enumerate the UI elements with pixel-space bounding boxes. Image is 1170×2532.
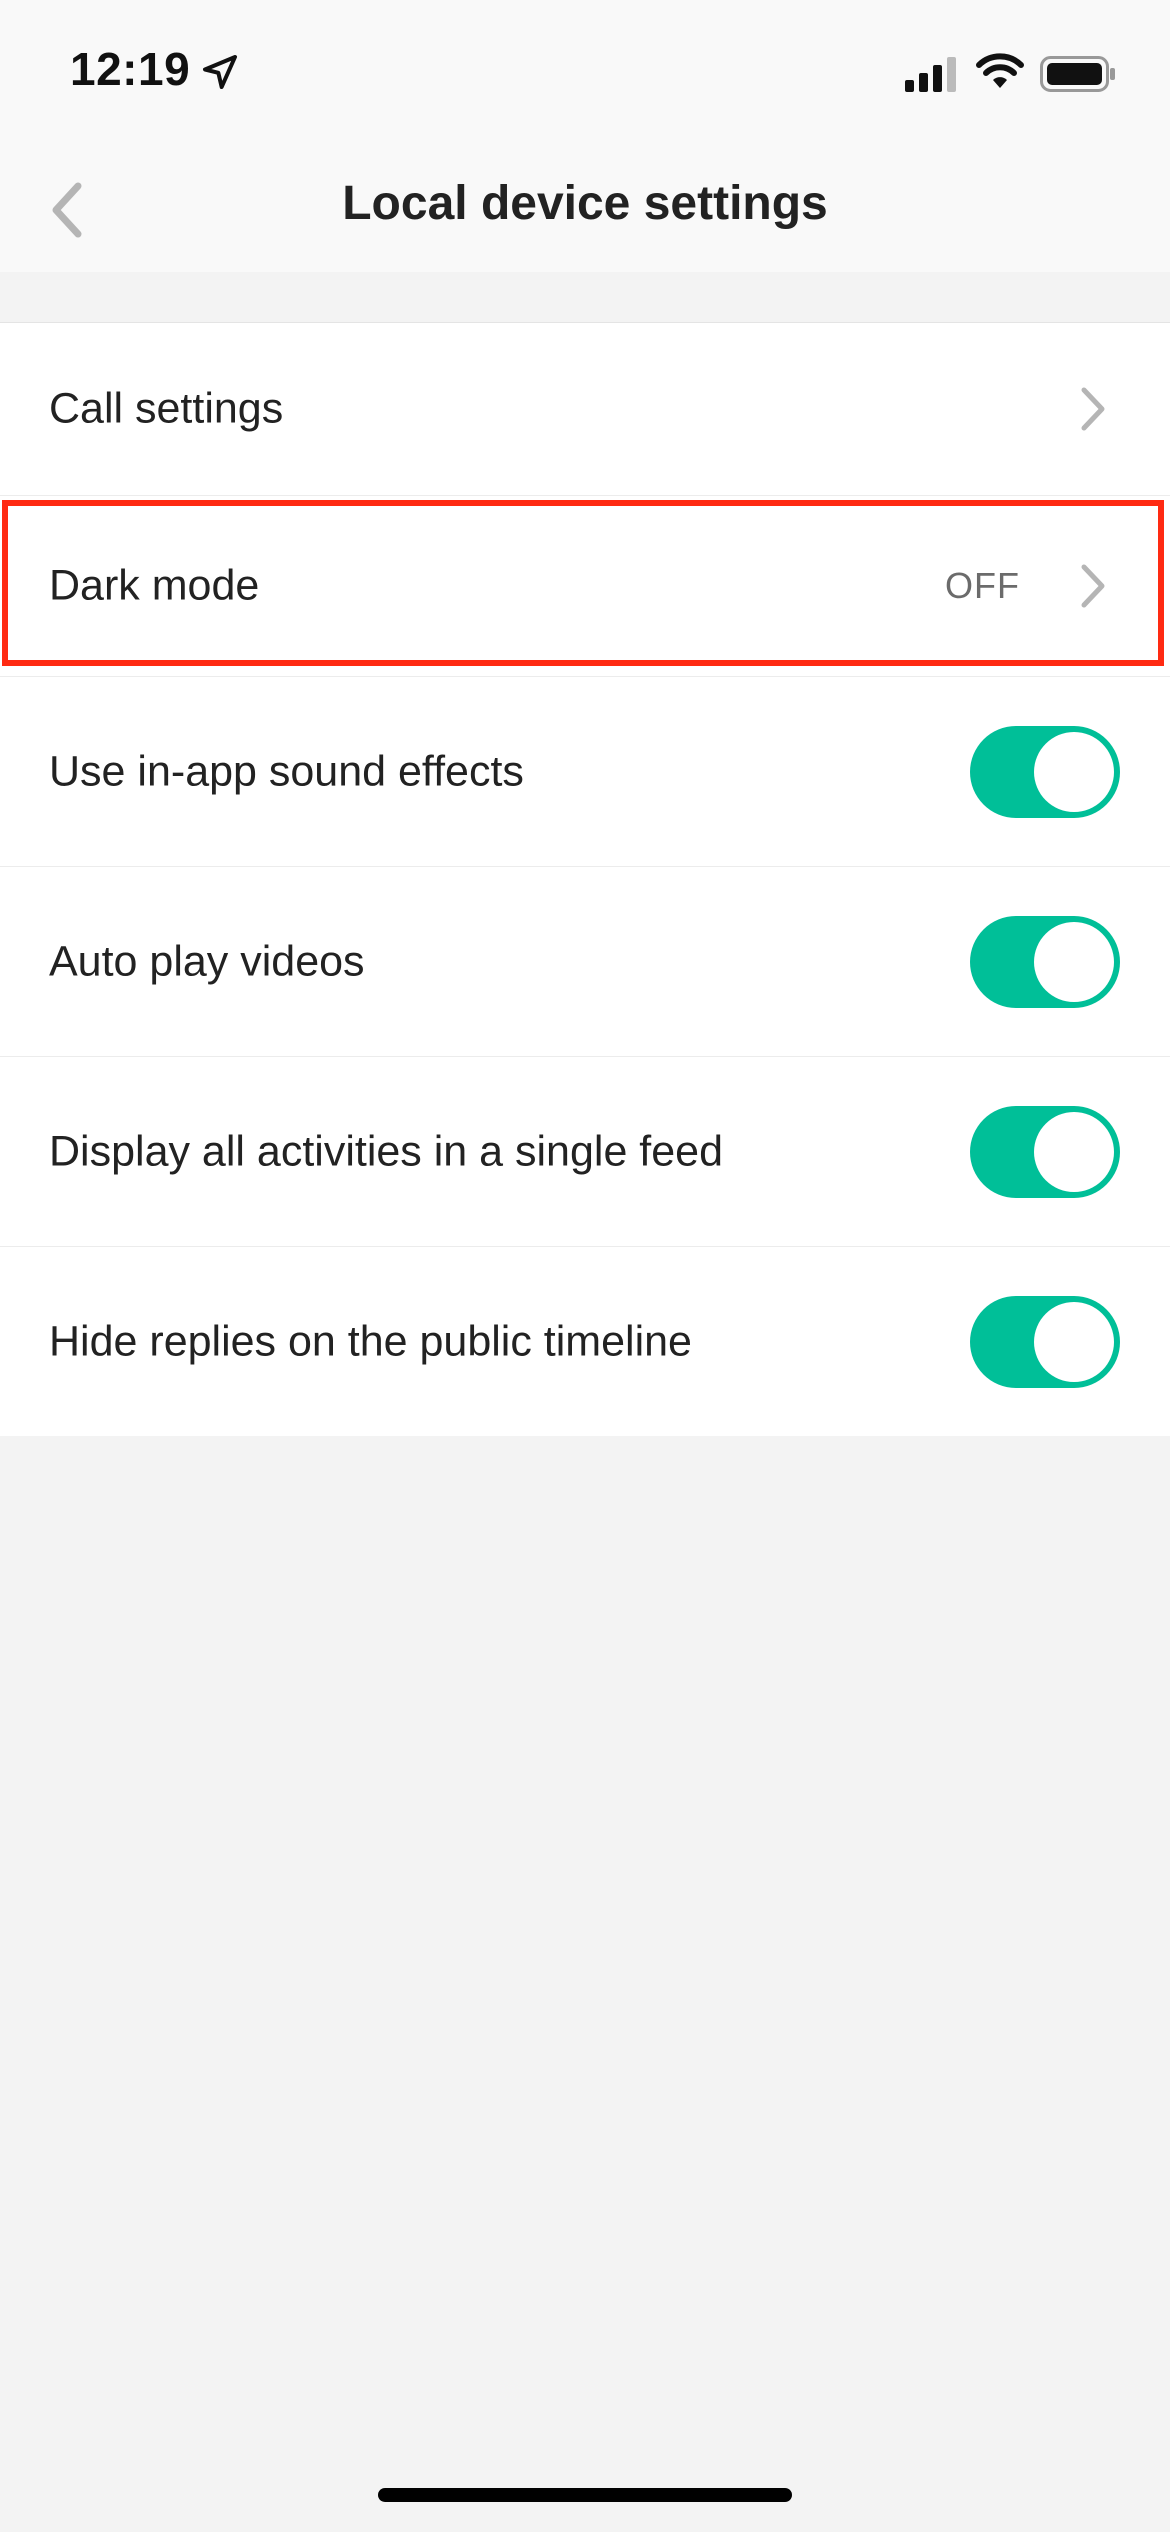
nav-bar: Local device settings	[0, 140, 1170, 272]
call-settings-label: Call settings	[49, 384, 284, 433]
sound-effects-label: Use in-app sound effects	[49, 747, 524, 795]
battery-icon	[1040, 56, 1115, 92]
single-feed-toggle[interactable]	[970, 1105, 1120, 1198]
call-settings-row[interactable]: Call settings	[0, 323, 1170, 496]
toggle-knob	[1034, 1111, 1114, 1192]
sound-effects-row: Use in-app sound effects	[0, 677, 1170, 867]
cellular-signal-icon	[905, 57, 956, 92]
toggle-knob	[1034, 921, 1114, 1002]
single-feed-label: Display all activities in a single feed	[49, 1127, 723, 1175]
hide-replies-toggle[interactable]	[970, 1295, 1120, 1388]
dark-mode-label: Dark mode	[49, 561, 260, 610]
auto-play-videos-toggle[interactable]	[970, 915, 1120, 1008]
toggle-knob	[1034, 1301, 1114, 1382]
location-arrow-icon	[203, 55, 237, 89]
wifi-icon	[976, 53, 1024, 88]
toggle-knob	[1034, 731, 1114, 812]
hide-replies-label: Hide replies on the public timeline	[49, 1317, 692, 1365]
chevron-right-icon	[1081, 564, 1105, 608]
status-bar: 12:19	[0, 0, 1170, 140]
home-indicator	[378, 2488, 792, 2502]
status-time: 12:19	[70, 43, 191, 95]
dark-mode-value: OFF	[945, 565, 1020, 606]
auto-play-videos-label: Auto play videos	[49, 937, 365, 985]
single-feed-row: Display all activities in a single feed	[0, 1057, 1170, 1247]
sound-effects-toggle[interactable]	[970, 725, 1120, 818]
settings-list: Call settings Dark mode OFF Use in-app s…	[0, 322, 1170, 1436]
hide-replies-row: Hide replies on the public timeline	[0, 1247, 1170, 1436]
chevron-right-icon	[1081, 387, 1105, 431]
page-title: Local device settings	[342, 177, 828, 230]
auto-play-videos-row: Auto play videos	[0, 867, 1170, 1057]
dark-mode-row[interactable]: Dark mode OFF	[0, 496, 1170, 677]
